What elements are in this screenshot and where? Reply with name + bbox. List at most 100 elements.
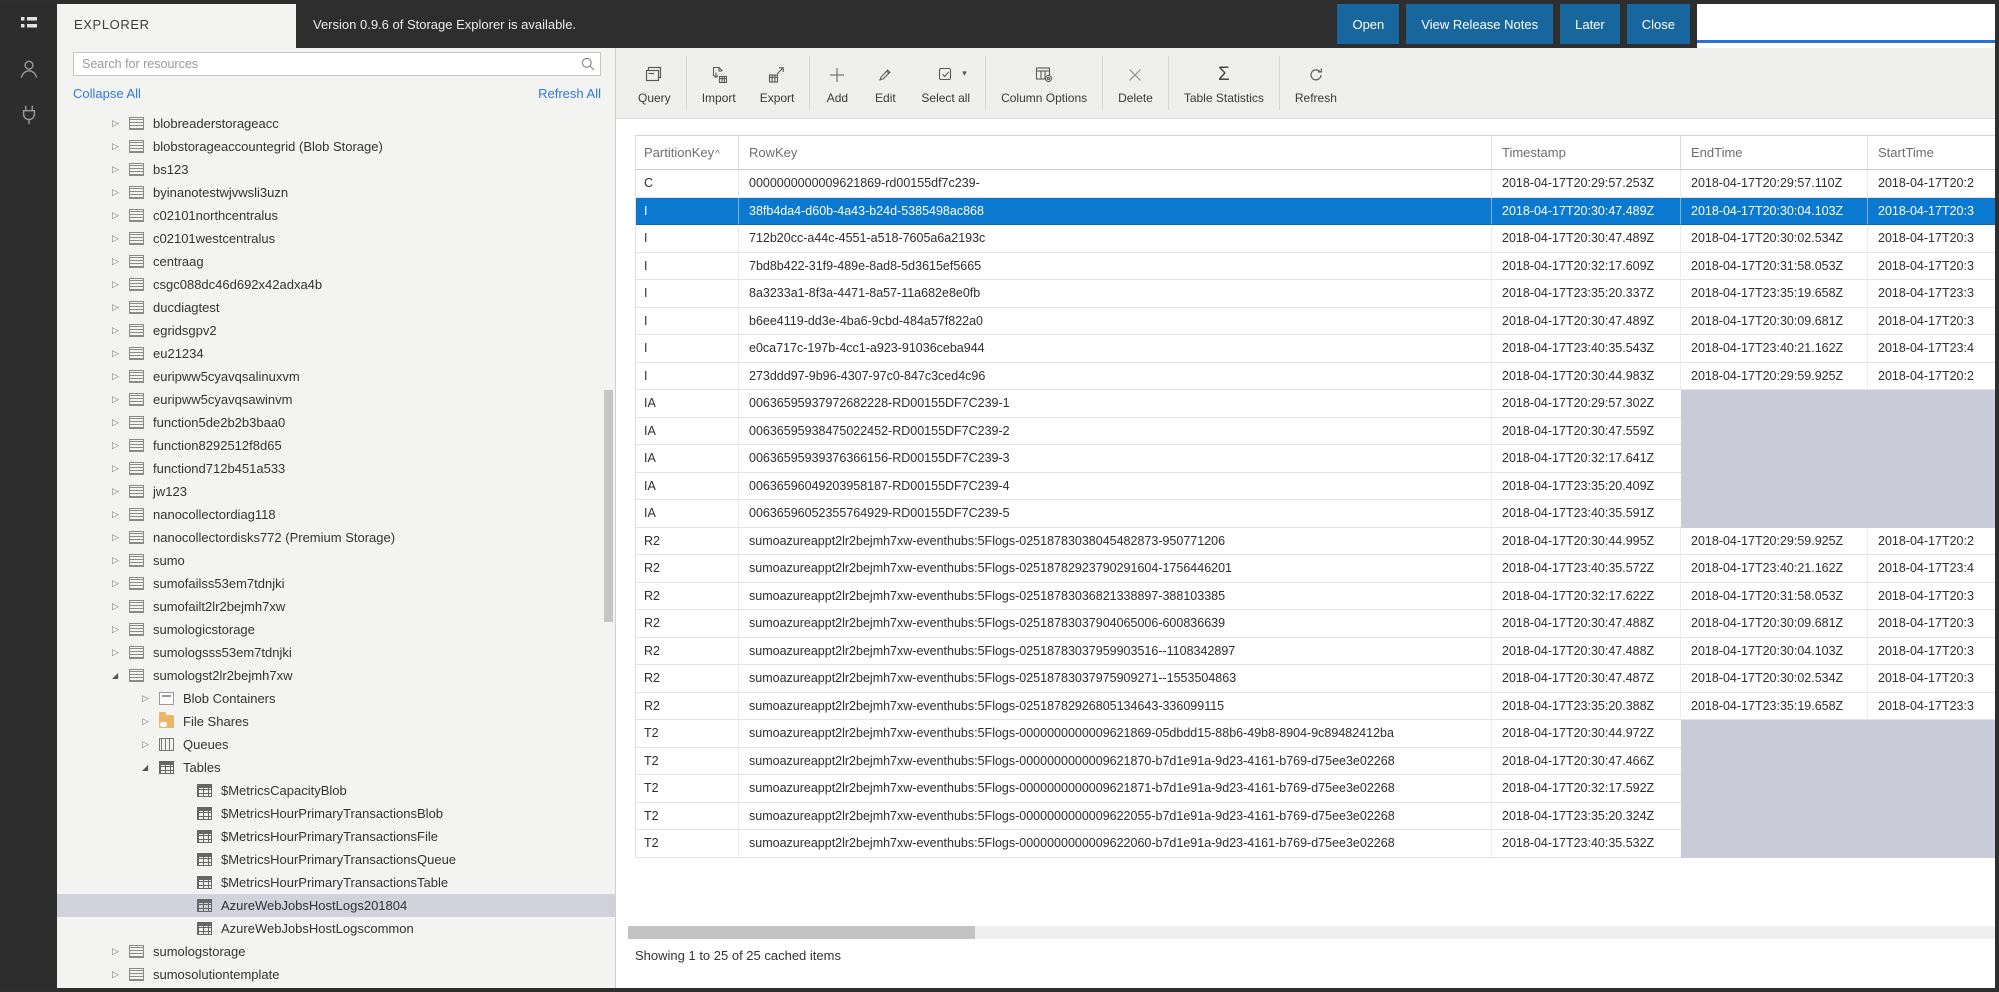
- tree-item[interactable]: jw123: [57, 480, 615, 503]
- table-row[interactable]: I b6ee4119-dd3e-4ba6-9cbd-484a57f822a0 2…: [636, 308, 1995, 336]
- table-row[interactable]: IA 00636596052355764929-RD00155DF7C239-5…: [636, 500, 1995, 528]
- query-button[interactable]: Query: [626, 52, 683, 114]
- table-row[interactable]: R2 sumoazureappt2lr2bejmh7xw-eventhubs:5…: [636, 583, 1995, 611]
- expander-icon[interactable]: [112, 457, 129, 480]
- table-row[interactable]: I 712b20cc-a44c-4551-a518-7605a6a2193c 2…: [636, 225, 1995, 253]
- search-input[interactable]: [73, 52, 601, 76]
- expander-icon[interactable]: [112, 503, 129, 526]
- view-release-notes-button[interactable]: View Release Notes: [1406, 4, 1553, 44]
- expander-icon[interactable]: [112, 572, 129, 595]
- tree-item[interactable]: Tables: [57, 756, 615, 779]
- expander-icon[interactable]: [142, 710, 159, 733]
- tree-scrollbar-thumb[interactable]: [604, 390, 613, 622]
- expander-icon[interactable]: [112, 434, 129, 457]
- table-row[interactable]: IA 00636596049203958187-RD00155DF7C239-4…: [636, 473, 1995, 501]
- close-button[interactable]: Close: [1627, 4, 1690, 44]
- expander-icon[interactable]: [112, 181, 129, 204]
- tree-item[interactable]: c02101westcentralus: [57, 227, 615, 250]
- column-header-starttime[interactable]: StartTime: [1867, 136, 1995, 169]
- table-row[interactable]: R2 sumoazureappt2lr2bejmh7xw-eventhubs:5…: [636, 610, 1995, 638]
- table-row[interactable]: IA 00636595939376366156-RD00155DF7C239-3…: [636, 445, 1995, 473]
- expander-icon[interactable]: [112, 319, 129, 342]
- connect-plug-icon[interactable]: [0, 92, 57, 138]
- horizontal-scrollbar[interactable]: [628, 926, 1995, 939]
- column-options-button[interactable]: Column Options: [989, 52, 1099, 114]
- expander-icon[interactable]: [112, 641, 129, 664]
- table-row[interactable]: I 38fb4da4-d60b-4a43-b24d-5385498ac868 2…: [636, 198, 1995, 226]
- column-header-endtime[interactable]: EndTime: [1680, 136, 1867, 169]
- table-statistics-button[interactable]: Σ Table Statistics: [1172, 52, 1276, 114]
- open-button[interactable]: Open: [1337, 4, 1399, 44]
- delete-button[interactable]: Delete: [1106, 52, 1165, 114]
- tree-item[interactable]: blobstorageaccountegrid (Blob Storage): [57, 135, 615, 158]
- tree-item[interactable]: sumologstorage: [57, 940, 615, 963]
- table-row[interactable]: C 0000000000009621869-rd00155df7c239- 20…: [636, 170, 1995, 198]
- table-row[interactable]: R2 sumoazureappt2lr2bejmh7xw-eventhubs:5…: [636, 528, 1995, 556]
- expander-icon[interactable]: [112, 204, 129, 227]
- expander-icon[interactable]: [112, 595, 129, 618]
- account-icon[interactable]: [0, 46, 57, 92]
- tree-item[interactable]: nanocollectordisks772 (Premium Storage): [57, 526, 615, 549]
- table-row[interactable]: IA 00636595938475022452-RD00155DF7C239-2…: [636, 418, 1995, 446]
- column-header-partitionkey[interactable]: PartitionKey^: [636, 136, 738, 169]
- refresh-all-link[interactable]: Refresh All: [538, 86, 601, 101]
- refresh-button[interactable]: Refresh: [1283, 52, 1349, 114]
- tree-item[interactable]: Queues: [57, 733, 615, 756]
- tree-item[interactable]: AzureWebJobsHostLogscommon: [57, 917, 615, 940]
- table-row[interactable]: R2 sumoazureappt2lr2bejmh7xw-eventhubs:5…: [636, 665, 1995, 693]
- expander-icon[interactable]: [112, 940, 129, 963]
- collapse-all-link[interactable]: Collapse All: [73, 86, 141, 101]
- expander-icon[interactable]: [112, 342, 129, 365]
- later-button[interactable]: Later: [1560, 4, 1620, 44]
- select-all-button[interactable]: Select all: [909, 52, 982, 114]
- table-row[interactable]: I 273ddd97-9b96-4307-97c0-847c3ced4c96 2…: [636, 363, 1995, 391]
- table-row[interactable]: I e0ca717c-197b-4cc1-a923-91036ceba944 2…: [636, 335, 1995, 363]
- expander-icon[interactable]: [142, 733, 159, 756]
- tree-item[interactable]: function5de2b2b3baa0: [57, 411, 615, 434]
- expander-icon[interactable]: [112, 388, 129, 411]
- tree-item[interactable]: $MetricsHourPrimaryTransactionsBlob: [57, 802, 615, 825]
- tree-item[interactable]: File Shares: [57, 710, 615, 733]
- import-button[interactable]: Import: [690, 52, 748, 114]
- table-row[interactable]: T2 sumoazureappt2lr2bejmh7xw-eventhubs:5…: [636, 830, 1995, 858]
- expander-icon[interactable]: [112, 664, 129, 687]
- tree-item[interactable]: euripww5cyavqsalinuxvm: [57, 365, 615, 388]
- tree-item[interactable]: byinanotestwjvwsli3uzn: [57, 181, 615, 204]
- expander-icon[interactable]: [112, 618, 129, 641]
- tree-item[interactable]: function8292512f8d65: [57, 434, 615, 457]
- tree-item[interactable]: ducdiagtest: [57, 296, 615, 319]
- tree-item[interactable]: sumologsss53em7tdnjki: [57, 641, 615, 664]
- table-row[interactable]: T2 sumoazureappt2lr2bejmh7xw-eventhubs:5…: [636, 720, 1995, 748]
- explorer-tab-icon[interactable]: [0, 0, 57, 46]
- expander-icon[interactable]: [112, 963, 129, 986]
- tree-item[interactable]: c02101northcentralus: [57, 204, 615, 227]
- expander-icon[interactable]: [112, 549, 129, 572]
- tree-item[interactable]: csgc088dc46d692x42adxa4b: [57, 273, 615, 296]
- expander-icon[interactable]: [112, 112, 129, 135]
- expander-icon[interactable]: [112, 158, 129, 181]
- expander-icon[interactable]: [142, 687, 159, 710]
- tree-item[interactable]: $MetricsHourPrimaryTransactionsQueue: [57, 848, 615, 871]
- expander-icon[interactable]: [112, 273, 129, 296]
- tree-item[interactable]: centraag: [57, 250, 615, 273]
- tree-item[interactable]: sumologicstorage: [57, 618, 615, 641]
- expander-icon[interactable]: [112, 526, 129, 549]
- table-row[interactable]: T2 sumoazureappt2lr2bejmh7xw-eventhubs:5…: [636, 748, 1995, 776]
- table-row[interactable]: IA 00636595937972682228-RD00155DF7C239-1…: [636, 390, 1995, 418]
- table-row[interactable]: R2 sumoazureappt2lr2bejmh7xw-eventhubs:5…: [636, 693, 1995, 721]
- tree-item[interactable]: sumosolutiontemplate: [57, 963, 615, 986]
- expander-icon[interactable]: [112, 411, 129, 434]
- expander-icon[interactable]: [112, 250, 129, 273]
- tree-item[interactable]: sumologst2lr2bejmh7xw: [57, 664, 615, 687]
- tree-item[interactable]: AzureWebJobsHostLogs201804: [57, 894, 615, 917]
- table-row[interactable]: T2 sumoazureappt2lr2bejmh7xw-eventhubs:5…: [636, 803, 1995, 831]
- table-row[interactable]: R2 sumoazureappt2lr2bejmh7xw-eventhubs:5…: [636, 555, 1995, 583]
- tree-item[interactable]: euripww5cyavqsawinvm: [57, 388, 615, 411]
- expander-icon[interactable]: [112, 135, 129, 158]
- expander-icon[interactable]: [142, 756, 159, 779]
- edit-button[interactable]: Edit: [861, 52, 909, 114]
- expander-icon[interactable]: [112, 480, 129, 503]
- export-button[interactable]: Export: [748, 52, 807, 114]
- tree-item[interactable]: blobreaderstorageacc: [57, 112, 615, 135]
- tree-item[interactable]: eu21234: [57, 342, 615, 365]
